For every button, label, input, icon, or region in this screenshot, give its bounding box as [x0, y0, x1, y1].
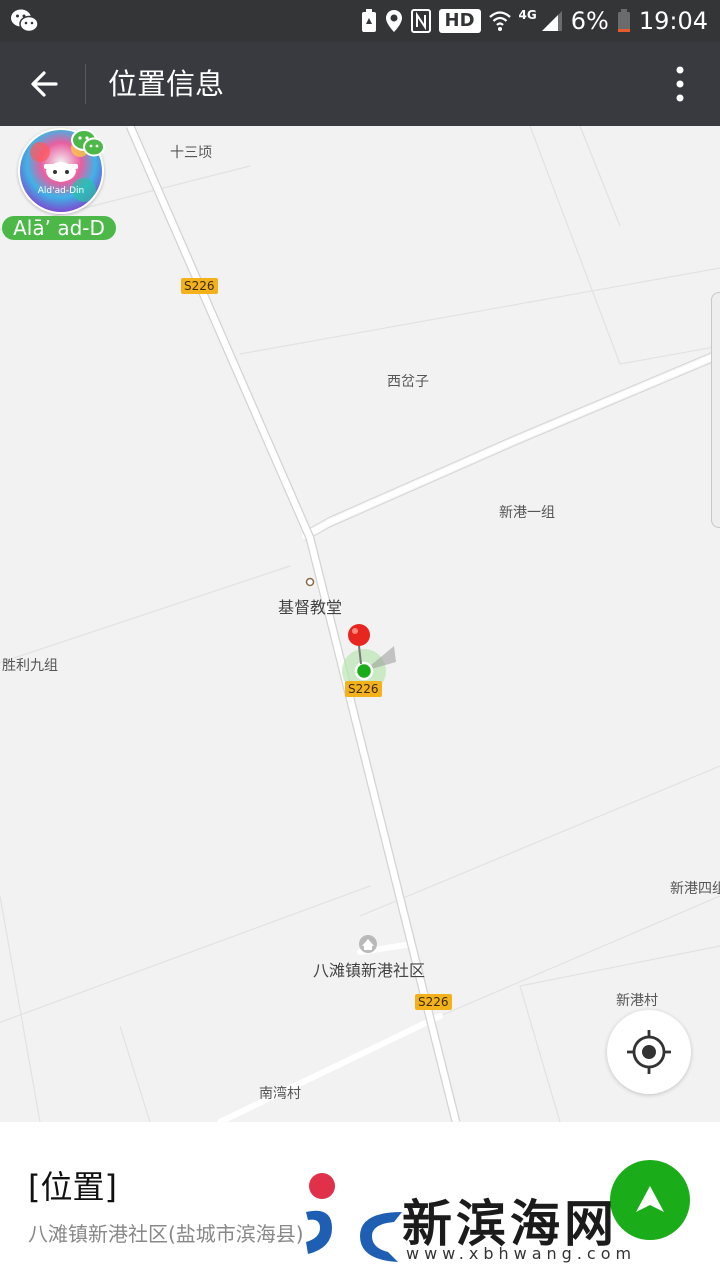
network-type: 4G	[518, 8, 537, 22]
back-button[interactable]	[22, 62, 66, 106]
clock: 19:04	[638, 7, 708, 35]
more-vertical-icon	[676, 66, 684, 102]
battery-saver-icon	[361, 9, 377, 33]
map-label: 新港村	[616, 993, 658, 1009]
location-icon	[385, 9, 403, 33]
watermark-url: www.xbhwang.com	[406, 1244, 637, 1263]
wechat-badge-icon	[70, 128, 106, 158]
wifi-icon	[488, 10, 511, 32]
side-panel-handle[interactable]	[711, 292, 720, 528]
map-view[interactable]: 十三顷 西岔子 新港一组 基督教堂 胜利九组 新港四组 八滩镇新港社区 新港村 …	[0, 126, 720, 1122]
map-label: 西岔子	[387, 374, 429, 390]
location-title: [位置]	[28, 1168, 117, 1206]
wechat-icon	[10, 7, 40, 35]
signal-icon	[541, 10, 563, 32]
user-name-tag: Alā’ ad-D	[2, 216, 116, 240]
nfc-icon	[410, 9, 431, 33]
my-location-button[interactable]	[607, 1010, 691, 1094]
road-shield: S226	[345, 681, 382, 697]
appbar-divider	[85, 64, 86, 104]
watermark-logo-icon	[306, 1173, 402, 1262]
battery-icon	[617, 9, 631, 33]
watermark: 新滨海网 www.xbhwang.com	[302, 1172, 702, 1272]
map-label: 新港一组	[499, 505, 555, 521]
map-label: 八滩镇新港社区	[313, 961, 426, 980]
map-label: 南湾村	[259, 1086, 301, 1102]
hd-badge: HD	[438, 9, 481, 33]
battery-percent: 6%	[570, 7, 609, 35]
avatar-text: Ald'ad-Din	[37, 186, 85, 196]
more-menu-button[interactable]	[660, 62, 700, 106]
app-bar: 位置信息	[0, 42, 720, 126]
arrow-left-icon	[31, 71, 58, 97]
map-label: 基督教堂	[278, 598, 343, 617]
crosshair-icon	[627, 1030, 671, 1074]
road-shield: S226	[181, 278, 218, 294]
map-label: 胜利九组	[2, 658, 58, 674]
road-shield: S226	[415, 994, 452, 1010]
map-label: 十三顷	[170, 145, 212, 161]
page-title: 位置信息	[108, 67, 225, 101]
map-label: 新港四组	[670, 881, 720, 897]
status-bar: HD 4G 6% 19:04	[0, 0, 720, 42]
location-address: 八滩镇新港社区(盐城市滨海县)	[28, 1222, 304, 1246]
